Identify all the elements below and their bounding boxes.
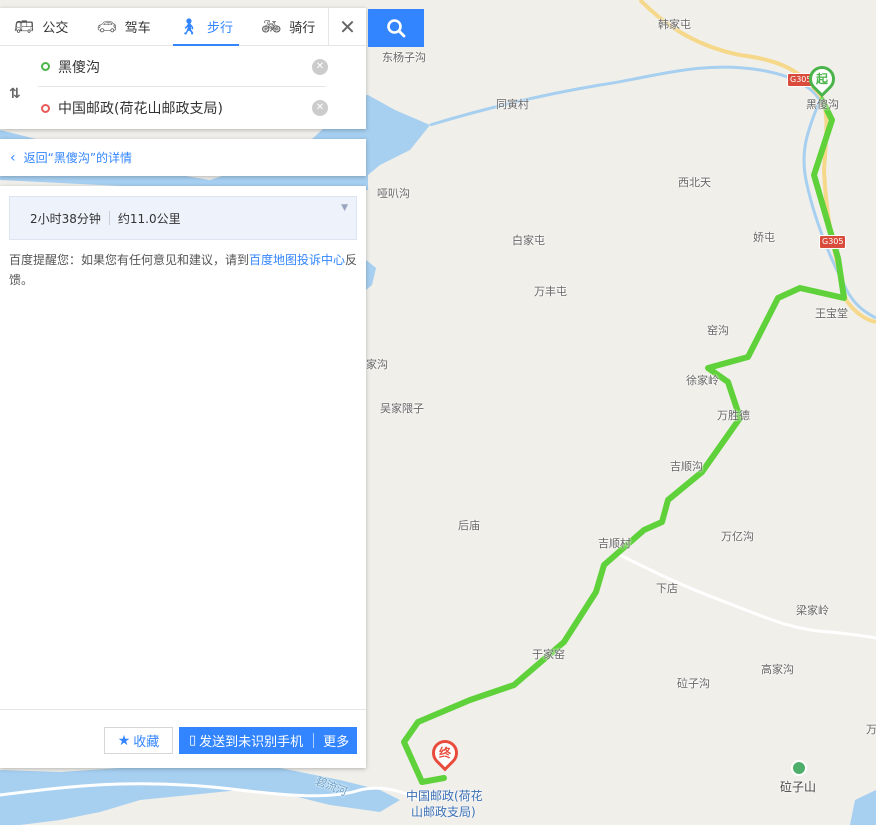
divider — [108, 211, 110, 225]
place-label: 徐家岭 — [686, 374, 719, 387]
place-label: 万胜德 — [717, 409, 750, 422]
walking-route-line — [401, 97, 847, 785]
bus-icon: 🚌︎ — [14, 17, 35, 36]
favorite-button[interactable]: ★ 收藏 — [104, 727, 173, 754]
swap-icon[interactable]: ⇅ — [9, 86, 21, 102]
place-label: 黑傻沟 — [806, 98, 839, 111]
road-south — [619, 553, 876, 640]
mountain-poi-icon[interactable] — [791, 760, 807, 776]
clear-icon[interactable]: ✕ — [312, 100, 328, 116]
place-label: 东杨子沟 — [382, 51, 426, 64]
place-label: 砬子沟 — [677, 677, 710, 690]
back-to-detail-link[interactable]: ‹ 返回“黑傻沟”的详情 — [0, 139, 366, 176]
tab-label: 骑行 — [289, 21, 316, 36]
place-label: 娇屯 — [753, 231, 775, 244]
tab-label: 步行 — [206, 21, 233, 36]
place-label: 同寅村 — [496, 98, 529, 111]
place-label: 万 — [866, 723, 876, 736]
end-field[interactable]: 中国邮政(荷花山邮政支局) ✕ — [38, 88, 328, 128]
destination-label: 中国邮政(荷花 — [406, 789, 483, 803]
place-label: 韩家屯 — [658, 18, 691, 31]
tab-walk[interactable]: 🚶︎ 步行 — [165, 8, 247, 46]
distance: 约11.0公里 — [117, 211, 181, 226]
place-label: 万丰屯 — [534, 285, 567, 298]
tab-label: 公交 — [42, 21, 69, 36]
place-label: 下店 — [656, 582, 678, 595]
pond-corner — [850, 790, 876, 825]
tab-bike[interactable]: 🚲︎ 骑行 — [247, 8, 329, 45]
place-label: 白家屯 — [512, 234, 545, 247]
tab-drive[interactable]: 🚗︎ 驾车 — [82, 8, 164, 45]
back-link-label: 返回“黑傻沟”的详情 — [23, 151, 133, 165]
complaint-center-link[interactable]: 百度地图投诉中心 — [249, 253, 345, 267]
travel-mode-tabs: 🚌︎ 公交 🚗︎ 驾车 🚶︎ 步行 🚲︎ 骑行 ✕ — [0, 8, 366, 46]
close-button[interactable]: ✕ — [328, 8, 366, 46]
start-marker[interactable]: 起 — [803, 60, 841, 98]
close-icon: ✕ — [339, 15, 356, 39]
clear-icon[interactable]: ✕ — [312, 58, 328, 75]
place-label: 后庙 — [458, 519, 480, 532]
place-label: 窑沟 — [707, 324, 729, 337]
place-label: 吉顺村 — [598, 537, 631, 550]
route-summary[interactable]: 2小时38分钟 约11.0公里 ▼ — [9, 196, 357, 240]
place-label: 砬子山 — [780, 780, 817, 794]
route-detail-panel: 2小时38分钟 约11.0公里 ▼ 百度提醒您：如果您有任何意见和建议，请到百度… — [0, 186, 366, 768]
place-label: 哑叭沟 — [377, 187, 410, 200]
end-value: 中国邮政(荷花山邮政支局) — [58, 101, 223, 117]
river-north — [429, 65, 822, 127]
start-field[interactable]: 黑傻沟 ✕ — [38, 47, 328, 87]
place-label: 于家窑 — [532, 648, 565, 661]
place-label: 吉顺沟 — [670, 460, 703, 473]
search-button[interactable] — [368, 9, 424, 47]
tab-label: 驾车 — [124, 21, 151, 36]
destination-label: 山邮政支局) — [411, 805, 476, 819]
search-icon — [387, 19, 406, 38]
start-value: 黑傻沟 — [58, 59, 100, 76]
place-label: 梁家岭 — [796, 604, 829, 617]
place-label: 万亿沟 — [721, 530, 754, 543]
route-search-panel: 🚌︎ 公交 🚗︎ 驾车 🚶︎ 步行 🚲︎ 骑行 ✕ ⇅ 黑傻沟 ✕ 中国邮政(荷… — [0, 8, 366, 129]
star-icon: ★ — [117, 732, 131, 749]
send-label: 发送到未识别手机 — [199, 735, 304, 750]
bike-icon: 🚲︎ — [260, 17, 282, 36]
chevron-left-icon: ‹ — [10, 149, 16, 166]
end-marker[interactable]: 终 — [426, 734, 464, 772]
send-to-phone-button[interactable]: ▯ 发送到未识别手机 更多 — [179, 727, 357, 754]
action-bar: ★ 收藏 ▯ 发送到未识别手机 更多 — [0, 709, 366, 768]
start-dot-icon — [41, 62, 50, 71]
place-label: 西北天 — [678, 176, 711, 189]
caret-down-icon: ▼ — [341, 203, 348, 213]
tab-bus[interactable]: 🚌︎ 公交 — [0, 8, 82, 45]
car-icon: 🚗︎ — [96, 17, 117, 36]
place-label: 高家沟 — [761, 663, 794, 676]
duration: 2小时38分钟 — [30, 211, 101, 226]
walk-icon: 🚶︎ — [178, 17, 199, 36]
highway-badge: G305 — [819, 235, 847, 249]
place-label: 吴家隈子 — [380, 402, 424, 415]
favorite-label: 收藏 — [133, 735, 160, 750]
tip-prefix: 百度提醒您：如果您有任何意见和建议，请到 — [9, 253, 250, 267]
divider — [313, 733, 315, 748]
more-button[interactable]: 更多 — [323, 731, 349, 750]
phone-icon: ▯ — [189, 733, 197, 748]
feedback-tip: 百度提醒您：如果您有任何意见和建议，请到百度地图投诉中心反馈。 — [9, 250, 359, 290]
end-dot-icon — [41, 103, 50, 113]
place-label: 王宝堂 — [815, 307, 848, 320]
